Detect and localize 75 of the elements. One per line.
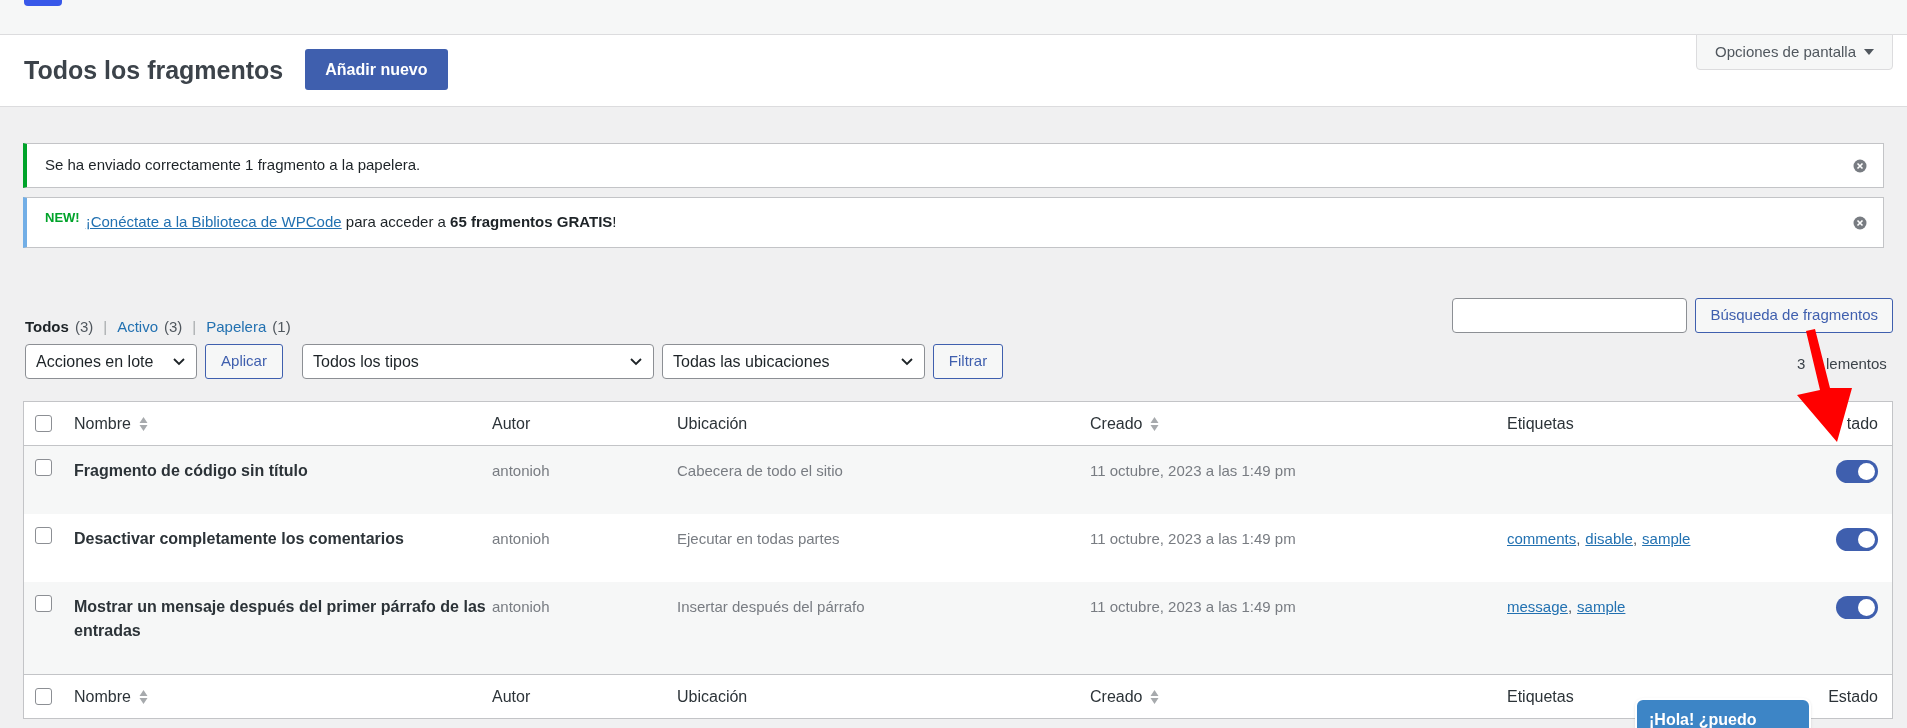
column-header: Autor xyxy=(492,686,531,707)
view-count: (3) xyxy=(74,317,94,337)
comma: , xyxy=(1567,597,1573,617)
item-count: 3 xyxy=(1797,354,1806,374)
column-header: Estado xyxy=(1828,686,1878,707)
chevron-down-icon xyxy=(629,356,643,367)
column-header: tado xyxy=(1846,413,1878,434)
filter-button[interactable]: Filtrar xyxy=(933,344,1003,379)
item-count-text: lementos xyxy=(1826,354,1887,374)
sort-icon[interactable] xyxy=(1150,415,1160,432)
snippet-name[interactable]: Mostrar un mensaje después del primer párrafo de las entradas xyxy=(74,595,492,643)
close-icon[interactable] xyxy=(1853,158,1867,173)
comma: , xyxy=(1576,529,1581,549)
triangle-down-icon xyxy=(1864,49,1874,55)
column-header[interactable]: Nombre xyxy=(74,684,131,709)
status-toggle[interactable] xyxy=(1836,596,1878,619)
checkbox[interactable] xyxy=(35,527,52,544)
location-select[interactable]: Todas las ubicaciones xyxy=(662,344,925,379)
column-header: Etiquetas xyxy=(1507,686,1574,707)
separator: | xyxy=(192,317,197,337)
checkbox[interactable] xyxy=(35,688,52,705)
column-header: Autor xyxy=(492,413,531,434)
snippet-name[interactable]: Fragmento de código sin título xyxy=(74,459,492,483)
search-snippets-button[interactable]: Búsqueda de fragmentos xyxy=(1695,298,1893,333)
comma: , xyxy=(1632,529,1638,549)
logo-icon[interactable] xyxy=(24,0,62,6)
author-cell: antonioh xyxy=(492,598,550,615)
bulk-actions-select[interactable]: Acciones en lote xyxy=(25,344,197,379)
author-cell: antonioh xyxy=(492,462,550,479)
location-cell: Cabecera de todo el sitio xyxy=(677,462,843,479)
separator: | xyxy=(103,317,108,337)
type-select[interactable]: Todos los tipos xyxy=(302,344,654,379)
tag-link[interactable]: sample xyxy=(1642,527,1691,551)
screen-options-tab[interactable]: Opciones de pantalla xyxy=(1696,34,1893,70)
created-cell: 11 octubre, 2023 a las 1:49 pm xyxy=(1090,598,1296,615)
search-field[interactable] xyxy=(1452,298,1688,333)
view-filter-link[interactable]: Papelera xyxy=(206,316,267,339)
add-new-button[interactable]: Añadir nuevo xyxy=(305,49,448,90)
column-header[interactable]: Creado xyxy=(1090,684,1143,709)
page-title: Todos los fragmentos xyxy=(24,54,284,86)
checkbox[interactable] xyxy=(35,459,52,476)
tag-link[interactable]: message xyxy=(1507,595,1568,619)
sort-icon[interactable] xyxy=(138,688,148,705)
author-cell: antonioh xyxy=(492,530,550,547)
created-cell: 11 octubre, 2023 a las 1:49 pm xyxy=(1090,462,1296,479)
view-filter-link[interactable]: Activo xyxy=(117,316,158,339)
apply-button[interactable]: Aplicar xyxy=(205,344,283,379)
checkbox[interactable] xyxy=(35,415,52,432)
new-label: NEW! xyxy=(45,208,80,227)
location-cell: Insertar después del párrafo xyxy=(677,598,865,615)
column-header[interactable]: Nombre xyxy=(74,411,131,436)
view-count: (3) xyxy=(164,317,183,337)
notice-message: ¡Conéctate a la Biblioteca de WPCode para acceder a 65 fragmentos GRATIS! xyxy=(85,212,617,233)
tag-link[interactable]: sample xyxy=(1577,595,1626,619)
column-header: Ubicación xyxy=(677,413,748,434)
status-toggle[interactable] xyxy=(1836,528,1878,551)
tag-link[interactable]: disable xyxy=(1585,527,1633,551)
location-cell: Ejecutar en todas partes xyxy=(677,530,840,547)
status-toggle[interactable] xyxy=(1836,460,1878,483)
checkbox[interactable] xyxy=(35,595,52,612)
view-filter-link[interactable]: Todos xyxy=(25,316,69,339)
column-header[interactable]: Creado xyxy=(1090,411,1143,436)
column-header: Ubicación xyxy=(677,686,748,707)
notice-message: Se ha enviado correctamente 1 fragmento a la papelera. xyxy=(45,155,421,176)
column-header: Etiquetas xyxy=(1507,413,1574,434)
created-cell: 11 octubre, 2023 a las 1:49 pm xyxy=(1090,530,1296,547)
close-icon[interactable] xyxy=(1853,215,1867,230)
snippet-name[interactable]: Desactivar completamente los comentarios xyxy=(74,527,492,551)
chevron-down-icon xyxy=(900,356,914,367)
chevron-down-icon xyxy=(172,356,186,367)
view-count: (1) xyxy=(272,317,291,337)
library-link[interactable]: ¡Conéctate a la Biblioteca de WPCode xyxy=(85,213,342,231)
chat-bubble[interactable]: ¡Hola! ¿puedo xyxy=(1635,698,1811,728)
sort-icon[interactable] xyxy=(1150,688,1160,705)
sort-icon[interactable] xyxy=(138,415,148,432)
